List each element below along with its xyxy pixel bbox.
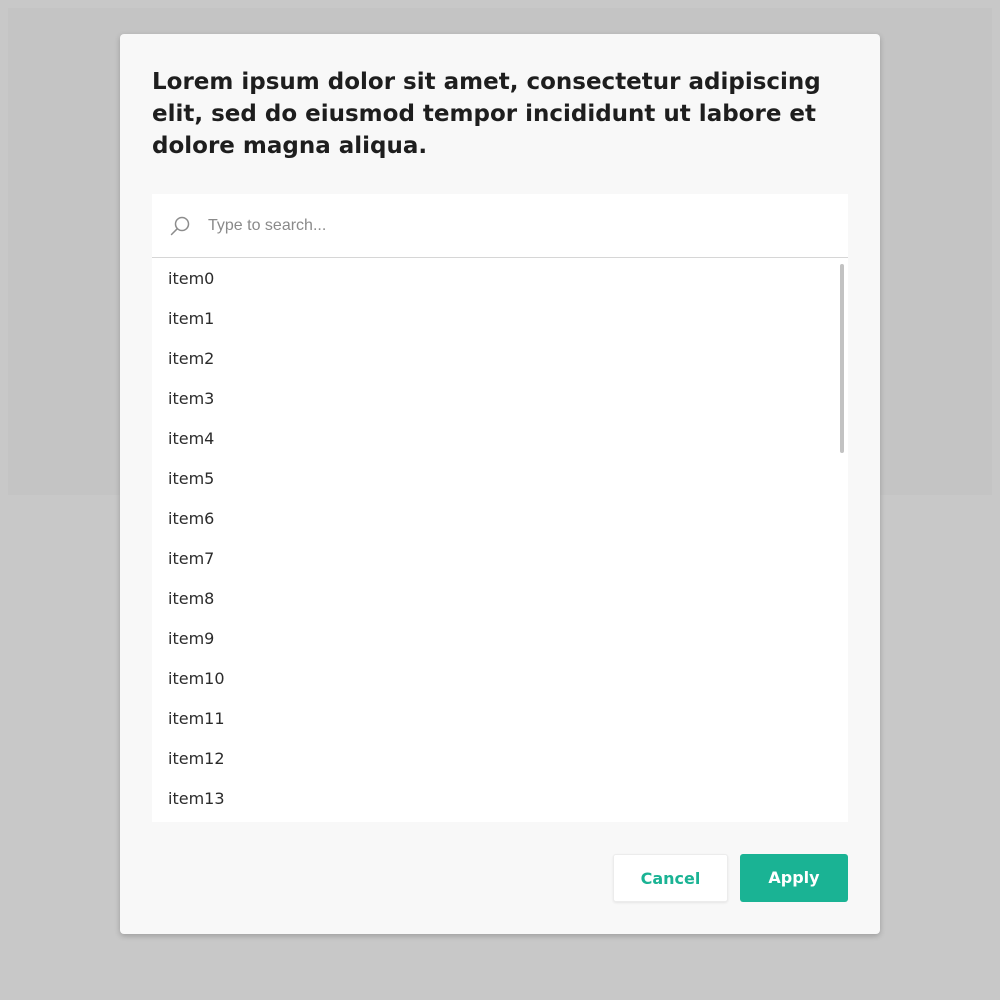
cancel-button[interactable]: Cancel	[613, 854, 728, 902]
list-item[interactable]: item10	[152, 659, 832, 699]
dialog-title: Lorem ipsum dolor sit amet, consectetur …	[152, 69, 821, 159]
list-item[interactable]: item12	[152, 739, 832, 779]
list-item[interactable]: item6	[152, 499, 832, 539]
search-icon	[168, 214, 192, 238]
list-item[interactable]: item11	[152, 699, 832, 739]
list-item[interactable]: item5	[152, 459, 832, 499]
search-input[interactable]	[208, 210, 808, 242]
list-item[interactable]: item8	[152, 579, 832, 619]
list-item[interactable]: item3	[152, 379, 832, 419]
scrollbar-thumb[interactable]	[840, 264, 844, 453]
item-list: item0 item1 item2 item3 item4 item5 item6 item7…	[152, 259, 848, 822]
list-item[interactable]: item13	[152, 779, 832, 819]
list-item[interactable]: item7	[152, 539, 832, 579]
selection-dialog: Lorem ipsum dolor sit amet, consectetur …	[120, 34, 880, 934]
item-picker: item0item1item2item3item4item5item6item7…	[152, 194, 848, 822]
list-item[interactable]: item4	[152, 419, 832, 459]
search-bar	[152, 194, 848, 258]
apply-button[interactable]: Apply	[740, 854, 848, 902]
list-item[interactable]: item9	[152, 619, 832, 659]
list-item[interactable]: item2	[152, 339, 832, 379]
list-item[interactable]: item0	[152, 259, 832, 299]
list-item[interactable]: item1	[152, 299, 832, 339]
